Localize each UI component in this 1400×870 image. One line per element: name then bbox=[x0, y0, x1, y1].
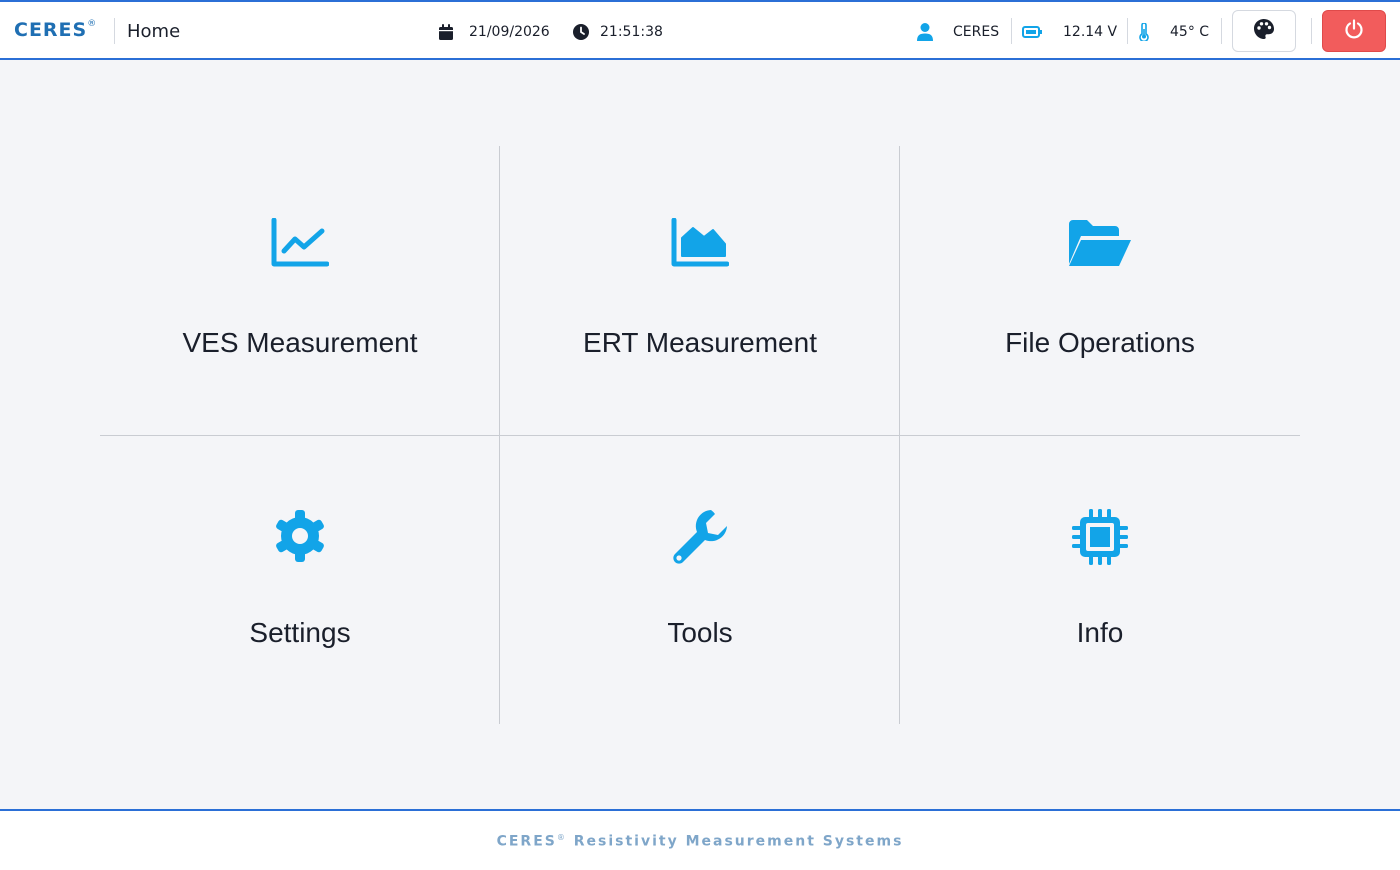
page-title: Home bbox=[127, 21, 181, 42]
temperature-value: 45° C bbox=[1170, 24, 1210, 40]
line-chart-icon bbox=[271, 217, 330, 273]
brand-divider bbox=[114, 18, 115, 44]
tile-file-operations[interactable]: File Operations bbox=[900, 146, 1300, 435]
footer-registered-mark: ® bbox=[556, 833, 567, 842]
chip-icon bbox=[1071, 508, 1129, 571]
brand-registered-mark: ® bbox=[87, 18, 98, 29]
time-display: 21:51:38 bbox=[573, 22, 663, 42]
header-separator bbox=[1311, 18, 1312, 44]
main-menu-grid: VES Measurement ERT Measurement File Ope… bbox=[100, 146, 1300, 724]
tile-tools[interactable]: Tools bbox=[500, 436, 900, 725]
tile-ert-measurement[interactable]: ERT Measurement bbox=[500, 146, 900, 435]
header-separator bbox=[1011, 18, 1012, 44]
brand-logo: CERES® bbox=[14, 19, 97, 41]
tile-ves-measurement[interactable]: VES Measurement bbox=[100, 146, 500, 435]
date-text: 21/09/2026 bbox=[469, 24, 550, 40]
calendar-icon bbox=[439, 24, 453, 40]
tile-label: ERT Measurement bbox=[583, 327, 817, 358]
theme-button[interactable] bbox=[1232, 10, 1296, 52]
power-button[interactable] bbox=[1322, 10, 1386, 52]
tile-settings[interactable]: Settings bbox=[100, 436, 500, 725]
tile-label: VES Measurement bbox=[182, 327, 418, 358]
temperature-display: 45° C bbox=[1139, 22, 1209, 42]
power-icon bbox=[1344, 18, 1364, 44]
footer: CERES® Resistivity Measurement Systems bbox=[0, 809, 1400, 870]
tile-label: Info bbox=[1076, 617, 1124, 648]
battery-display: 12.14 V bbox=[1022, 22, 1117, 42]
tile-label: Tools bbox=[667, 617, 733, 648]
palette-icon bbox=[1254, 18, 1274, 44]
top-bar: CERES® Home 21/09/2026 21:51:38 CERES 12… bbox=[0, 0, 1400, 60]
gear-icon bbox=[272, 508, 328, 569]
area-chart-icon bbox=[671, 217, 730, 273]
user-display: CERES bbox=[917, 22, 999, 42]
footer-brand: CERES bbox=[496, 833, 557, 850]
thermometer-icon bbox=[1139, 23, 1149, 41]
battery-icon bbox=[1022, 26, 1042, 38]
battery-voltage: 12.14 V bbox=[1063, 24, 1118, 40]
brand-name: CERES bbox=[14, 19, 88, 41]
date-display: 21/09/2026 bbox=[439, 22, 550, 42]
user-icon bbox=[917, 23, 933, 41]
tile-info[interactable]: Info bbox=[900, 436, 1300, 725]
wrench-icon bbox=[671, 508, 729, 571]
clock-icon bbox=[573, 24, 589, 40]
header-separator bbox=[1127, 18, 1128, 44]
footer-tagline-text: Resistivity Measurement Systems bbox=[573, 833, 904, 850]
folder-open-icon bbox=[1067, 218, 1133, 273]
footer-tagline: CERES® Resistivity Measurement Systems bbox=[0, 833, 1400, 850]
user-name: CERES bbox=[953, 24, 1000, 40]
header-separator bbox=[1221, 18, 1222, 44]
tile-label: File Operations bbox=[1005, 327, 1195, 358]
tile-label: Settings bbox=[249, 617, 351, 648]
time-text: 21:51:38 bbox=[600, 24, 663, 40]
